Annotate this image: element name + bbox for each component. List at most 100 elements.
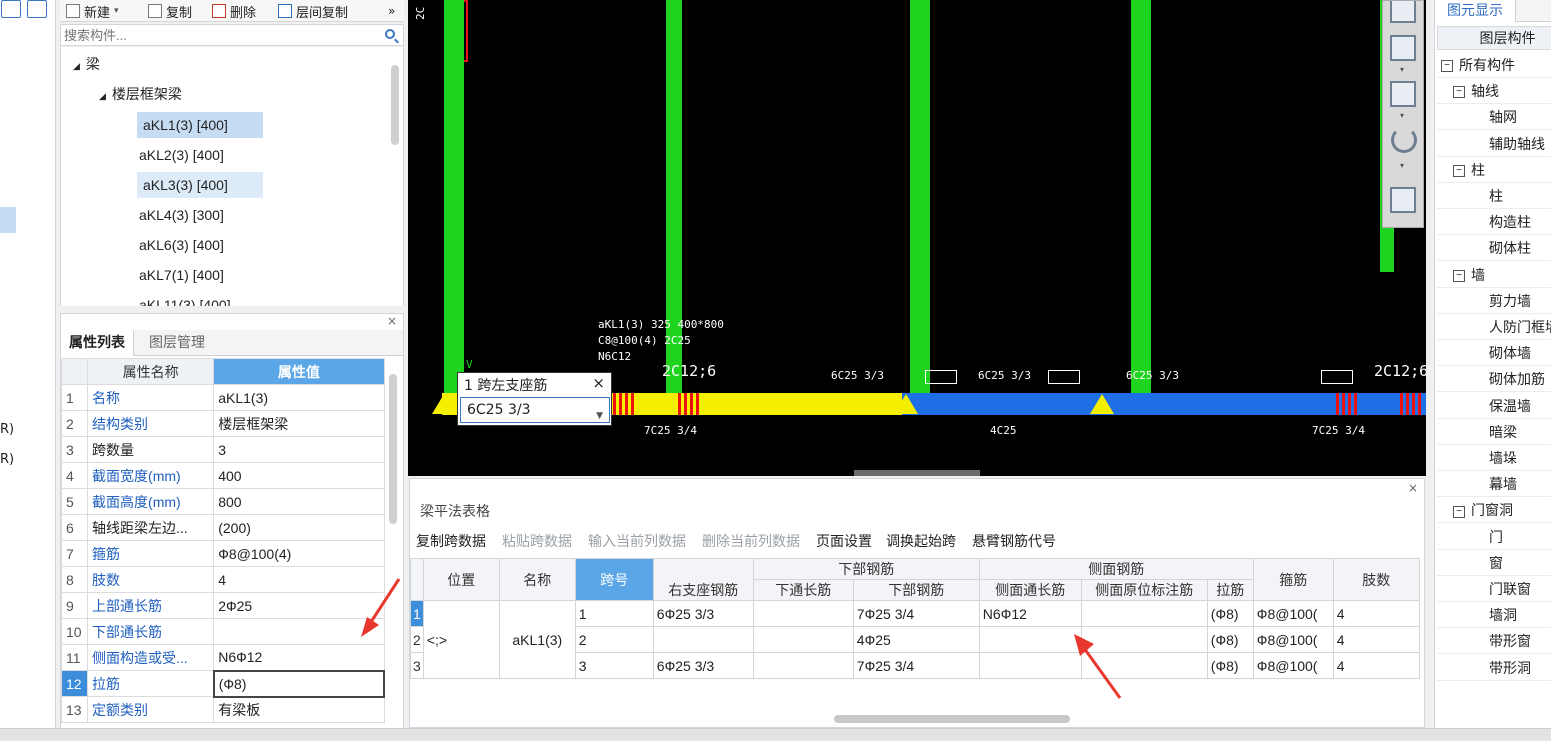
bottom-rebar-cell[interactable]: 7Ф25 3/4	[852, 600, 980, 627]
layer-item[interactable]: 砌体墙	[1437, 340, 1551, 367]
close-icon[interactable]: ×	[1408, 481, 1418, 495]
attr-scrollbar[interactable]	[389, 374, 397, 524]
right-support-cell[interactable]	[652, 626, 754, 653]
menu-icon[interactable]	[1, 0, 21, 18]
stirrup-cell[interactable]: Ф8@100(	[1252, 626, 1334, 653]
beam-row[interactable]: 1 <;> aKL1(3) 1 6Ф25 3/3 7Ф25 3/4 N6Ф12 (Ф8) Ф8@…	[410, 600, 1420, 679]
layer-item[interactable]: 墙洞	[1437, 602, 1551, 629]
side-through-cell[interactable]	[978, 652, 1082, 679]
column-4[interactable]	[1131, 0, 1151, 395]
layer-item[interactable]: 剪力墙	[1437, 288, 1551, 314]
tree-scrollbar[interactable]	[391, 65, 399, 145]
stirrup-cell[interactable]: Ф8@100(	[1252, 652, 1334, 679]
close-icon[interactable]: ×	[387, 314, 397, 328]
layer-item[interactable]: 窗	[1437, 550, 1551, 576]
layer-item[interactable]: 柱	[1437, 183, 1551, 209]
attribute-row[interactable]: 3 跨数量 3	[60, 436, 385, 463]
input-column-button[interactable]: 输入当前列数据	[588, 531, 686, 551]
attribute-row[interactable]: 4 截面宽度(mm) 400	[60, 462, 385, 489]
side-through-cell[interactable]	[978, 626, 1082, 653]
tab-properties[interactable]: 属性列表	[61, 330, 134, 356]
layer-item[interactable]: 轴网	[1437, 104, 1551, 131]
swap-start-span-button[interactable]: 调换起始跨	[886, 531, 956, 551]
layer-item[interactable]: 暗梁	[1437, 419, 1551, 445]
floor-copy-button[interactable]: 层间复制	[278, 2, 348, 21]
tree-root[interactable]: ◢ 梁	[73, 51, 100, 77]
page-setup-button[interactable]: 页面设置	[816, 531, 872, 551]
layer-item[interactable]: 带形洞	[1437, 655, 1551, 681]
collapse-icon[interactable]: −	[1441, 60, 1453, 73]
tree-item[interactable]: aKL11(3) [400]	[139, 292, 231, 306]
attribute-row[interactable]: 12 拉筋 (Ф8)	[60, 669, 386, 698]
tree-item[interactable]: aKL7(1) [400]	[139, 262, 224, 288]
legs-cell[interactable]: 4	[1332, 600, 1420, 627]
more-button[interactable]: »	[388, 2, 395, 20]
layer-item[interactable]: 幕墙	[1437, 471, 1551, 498]
attribute-value[interactable]: aKL1(3)	[213, 384, 385, 411]
attribute-value[interactable]: (200)	[213, 514, 385, 541]
span-cell[interactable]: 1	[574, 600, 654, 627]
tie-cell[interactable]: (Ф8)	[1206, 626, 1254, 653]
copy-button[interactable]: 复制	[148, 2, 192, 21]
attribute-row[interactable]: 7 箍筋 Ф8@100(4)	[60, 540, 385, 567]
layer-item[interactable]: 保温墙	[1437, 393, 1551, 419]
horizontal-scrollbar[interactable]	[834, 715, 1070, 723]
chevron-down-icon[interactable]: ▼	[596, 404, 603, 428]
collapse-icon[interactable]: −	[1453, 165, 1465, 178]
column-3[interactable]	[910, 0, 930, 395]
layer-item[interactable]: 墙垛	[1437, 445, 1551, 471]
save-icon[interactable]	[27, 0, 47, 18]
layer-item[interactable]: 人防门框墙	[1437, 314, 1551, 340]
tie-cell[interactable]: (Ф8)	[1206, 600, 1254, 627]
attribute-value[interactable]: N6Ф12	[213, 644, 385, 671]
tree-group[interactable]: ◢ 楼层框架梁	[99, 81, 182, 107]
3d-view-icon[interactable]	[1390, 1, 1416, 23]
right-support-cell[interactable]: 6Ф25 3/3	[652, 600, 754, 627]
tree-item[interactable]: aKL4(3) [300]	[139, 202, 224, 228]
attribute-value[interactable]: 800	[213, 488, 385, 515]
chevron-down-icon[interactable]: ▾	[1400, 111, 1404, 120]
collapse-icon[interactable]: −	[1453, 505, 1465, 518]
tree-item[interactable]: aKL3(3) [400]	[137, 172, 263, 198]
layer-item[interactable]: 带形窗	[1437, 628, 1551, 655]
rotate-icon[interactable]	[1391, 127, 1417, 153]
bottom-through-cell[interactable]	[752, 626, 854, 653]
name-cell[interactable]: aKL1(3)	[498, 600, 576, 679]
search-input[interactable]	[61, 25, 371, 45]
tree-item[interactable]: aKL1(3) [400]	[137, 112, 263, 138]
attribute-row[interactable]: 6 轴线距梁左边... (200)	[60, 514, 385, 541]
collapse-icon[interactable]: −	[1453, 269, 1465, 282]
right-support-cell[interactable]: 6Ф25 3/3	[652, 652, 754, 679]
new-button[interactable]: 新建 ▾	[66, 2, 119, 21]
bottom-through-cell[interactable]	[752, 652, 854, 679]
splitter-handle[interactable]	[854, 470, 980, 476]
span-cell[interactable]: 3	[574, 652, 654, 679]
chevron-down-icon[interactable]: ▾	[1400, 65, 1404, 74]
box-view-icon[interactable]	[1390, 81, 1416, 107]
attribute-value[interactable]: 400	[213, 462, 385, 489]
attribute-value[interactable]: 3	[213, 436, 385, 463]
tree-item[interactable]: aKL2(3) [400]	[139, 142, 224, 168]
tab-layers[interactable]: 图层管理	[141, 330, 213, 356]
column-1[interactable]	[444, 0, 464, 395]
attribute-row[interactable]: 1 名称 aKL1(3)	[60, 384, 385, 411]
bottom-rebar-cell[interactable]: 4Ф25	[852, 626, 980, 653]
layer-item[interactable]: − 门窗洞	[1437, 497, 1551, 524]
attribute-value[interactable]: (Ф8)	[212, 669, 386, 698]
side-through-cell[interactable]: N6Ф12	[978, 600, 1082, 627]
layer-item[interactable]: − 所有构件	[1437, 52, 1551, 78]
legs-cell[interactable]: 4	[1332, 652, 1420, 679]
top-view-icon[interactable]	[1390, 35, 1416, 61]
attribute-value[interactable]: 有梁板	[213, 696, 385, 723]
layer-item[interactable]: − 轴线	[1437, 78, 1551, 105]
bottom-rebar-cell[interactable]: 7Ф25 3/4	[852, 652, 980, 679]
layer-item[interactable]: 门联窗	[1437, 576, 1551, 602]
attribute-value[interactable]: 楼层框架梁	[213, 410, 385, 437]
collapse-icon[interactable]: −	[1453, 86, 1465, 99]
cantilever-code-button[interactable]: 悬臂钢筋代号	[972, 531, 1056, 551]
side-original-cell[interactable]	[1080, 600, 1208, 627]
delete-column-button[interactable]: 删除当前列数据	[702, 531, 800, 551]
tree-item[interactable]: aKL6(3) [400]	[139, 232, 224, 258]
paste-span-button[interactable]: 粘贴跨数据	[502, 531, 572, 551]
attribute-row[interactable]: 13 定额类别 有梁板	[60, 696, 385, 723]
